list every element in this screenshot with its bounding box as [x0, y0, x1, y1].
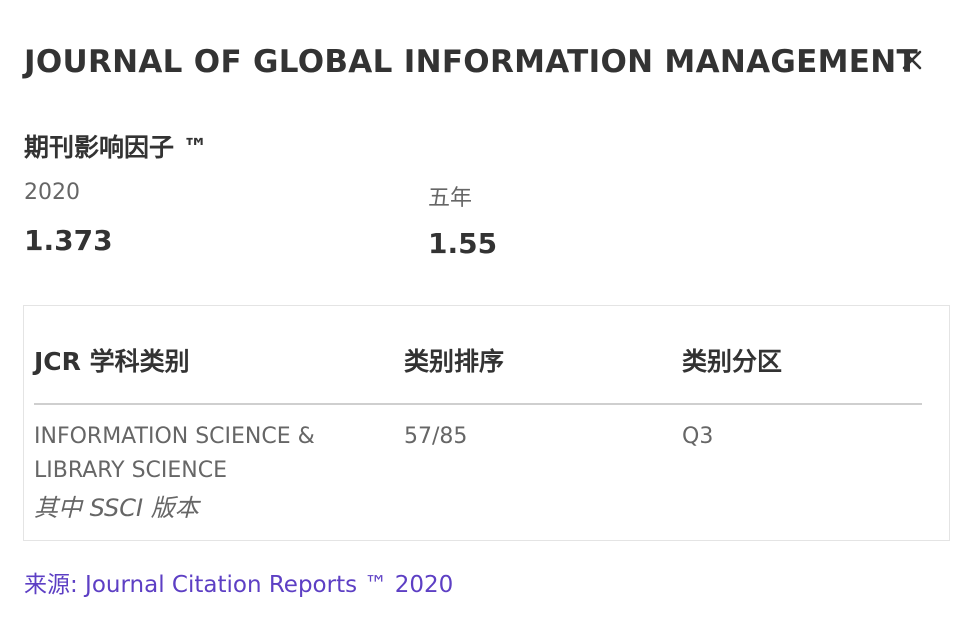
close-button[interactable]	[896, 44, 928, 76]
close-icon	[896, 44, 928, 76]
jcr-category-table: JCR 学科类别 类别排序 类别分区 INFORMATION SCIENCE &…	[23, 305, 950, 541]
column-header-category: JCR 学科类别	[34, 347, 190, 376]
current-year-label: 2020	[24, 180, 80, 205]
column-header-quartile: 类别分区	[682, 347, 783, 376]
table-row-category: INFORMATION SCIENCE & LIBRARY SCIENCE 其中…	[34, 420, 364, 528]
journal-impact-dialog: JOURNAL OF GLOBAL INFORMATION MANAGEMENT…	[0, 0, 975, 637]
category-quartile: Q3	[682, 424, 714, 449]
category-rank: 57/85	[404, 424, 468, 449]
source-link[interactable]: 来源: Journal Citation Reports ™ 2020	[24, 565, 453, 599]
five-year-impact-value: 1.55	[428, 227, 498, 260]
impact-factor-title: 期刊影响因子 ™	[24, 133, 208, 162]
current-impact-value: 1.373	[24, 224, 113, 257]
header-divider	[34, 403, 922, 405]
edition-note: 其中 SSCI 版本	[34, 494, 199, 522]
column-header-rank: 类别排序	[404, 347, 505, 376]
five-year-label: 五年	[428, 186, 473, 211]
journal-title: JOURNAL OF GLOBAL INFORMATION MANAGEMENT	[24, 44, 918, 80]
category-name: INFORMATION SCIENCE & LIBRARY SCIENCE	[34, 424, 315, 483]
